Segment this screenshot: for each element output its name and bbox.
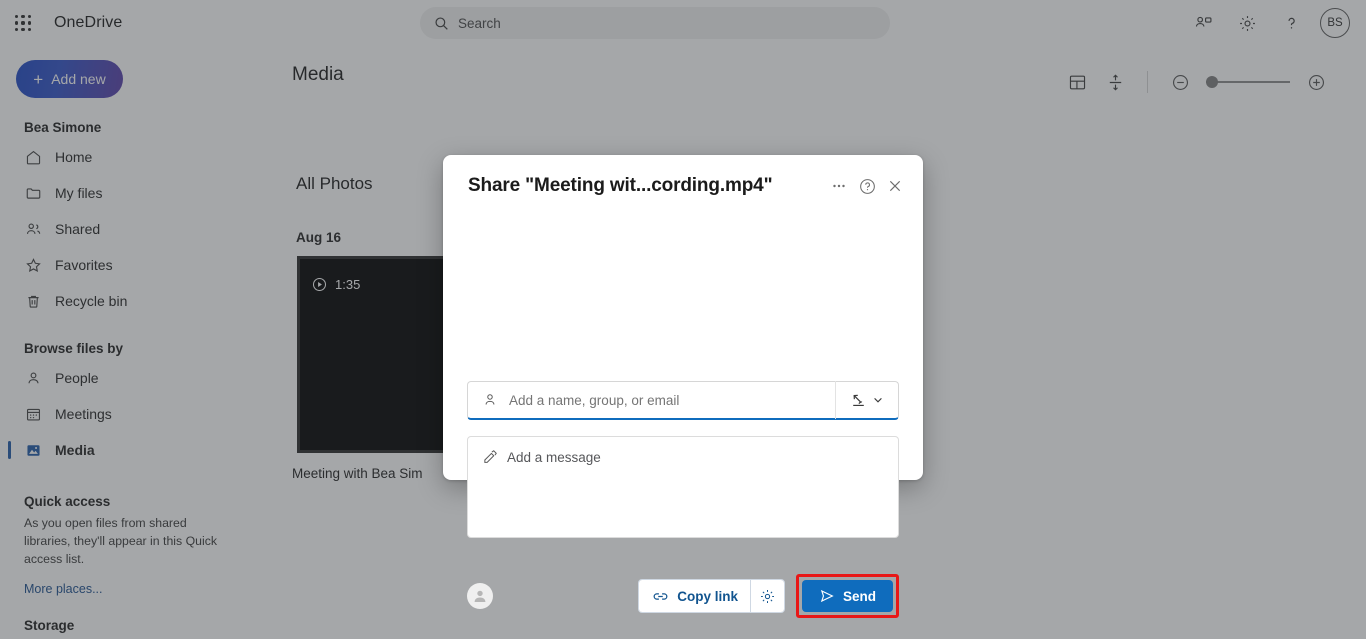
more-options-icon[interactable]: [825, 172, 853, 200]
message-placeholder: Add a message: [507, 449, 601, 465]
copy-link-group: Copy link: [638, 579, 785, 613]
footer-actions: Copy link Send: [638, 574, 899, 618]
message-field[interactable]: Add a message: [467, 436, 899, 538]
dialog-header: Share "Meeting wit...cording.mp4": [443, 155, 923, 217]
link-icon: [652, 588, 669, 605]
edit-pencil-icon: [482, 449, 498, 465]
recipients-input[interactable]: [509, 392, 835, 408]
link-settings-gear-icon[interactable]: [749, 580, 784, 612]
permission-dropdown[interactable]: [836, 381, 898, 419]
send-plane-icon: [819, 588, 835, 604]
recipients-field[interactable]: [467, 381, 899, 420]
close-icon[interactable]: [881, 172, 909, 200]
help-icon[interactable]: [853, 172, 881, 200]
copy-link-button[interactable]: Copy link: [639, 580, 750, 612]
person-add-icon: [482, 392, 500, 408]
chevron-down-icon: [872, 394, 884, 406]
dialog-footer: Copy link Send: [443, 558, 923, 634]
dialog-title: Share "Meeting wit...cording.mp4": [468, 175, 773, 196]
signature-permission-icon: [850, 392, 867, 409]
owner-avatar: [467, 583, 493, 609]
share-dialog: Share "Meeting wit...cording.mp4" Add a …: [443, 155, 923, 618]
message-placeholder-row: Add a message: [482, 449, 884, 465]
send-button-highlight: Send: [795, 574, 899, 618]
send-label: Send: [842, 588, 876, 604]
copy-link-label: Copy link: [677, 588, 738, 604]
send-button[interactable]: Send: [801, 580, 893, 612]
